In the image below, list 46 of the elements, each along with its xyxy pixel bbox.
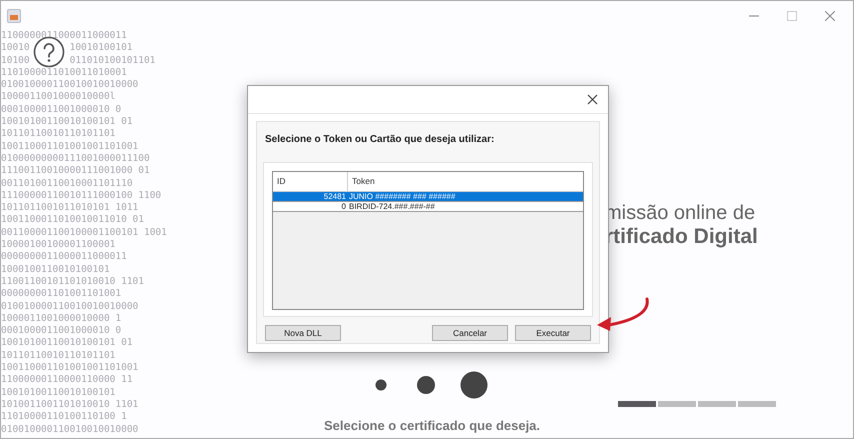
background-code-text: 11010000110100110100 1	[1, 411, 128, 424]
background-code-text: 0001000011001000010 0	[1, 104, 122, 116]
table-row[interactable]: 52481 JUNIO ######## ### ######	[273, 192, 583, 202]
background-code-text: 001100001100100001100101 1001	[1, 226, 167, 240]
close-icon[interactable]	[587, 94, 598, 105]
background-code-text: 1001100011010010011010 01	[1, 214, 145, 227]
java-app-icon	[7, 9, 21, 23]
background-code-text: 10010100110010100101 01	[1, 116, 134, 128]
background-code-text: 10010100110010100101	[1, 386, 116, 399]
column-header[interactable]: ID	[273, 172, 348, 191]
background-code-text: 010010000110010010010000	[1, 79, 140, 92]
background-code-text: 10110110010110101101	[1, 128, 116, 141]
background-code-text: 10110110010110101101	[1, 350, 116, 362]
background-code-text: 100110001101001001101001	[1, 362, 140, 374]
background-code-text: 10010100110010100101 01	[1, 337, 134, 350]
table-row[interactable]: 0 BIRDID-724.###.###-##	[273, 202, 583, 212]
status-text: Selecione o certificado que deseja.	[324, 417, 540, 435]
dialog-button[interactable]: Executar	[515, 325, 591, 341]
background-code-text: 1000011001000010000 1	[1, 312, 122, 326]
background-code-text: 10010100101	[70, 42, 133, 55]
background-code-text: 1000011001000010000l	[1, 91, 116, 104]
background-code-text: 1000100110010100101	[1, 264, 111, 276]
background-code-text: 10010	[1, 42, 30, 55]
background-code-text: 11100000110010111000100 1100	[1, 190, 162, 202]
background-code-text: 010010000110010010010000	[1, 300, 140, 313]
background-code-text: 0001000011001000010 0	[1, 325, 122, 338]
column-header[interactable]: Token	[348, 172, 583, 191]
prompt-text: Selecione o Token ou Cartão que deseja utilizar:	[265, 133, 496, 147]
background-code-text: 11000000110000110000 11	[1, 374, 134, 387]
background-code-text: 00110100110010001101110	[1, 178, 134, 190]
background-code-text: 011010100101101	[70, 54, 156, 67]
background-code-text: 11001100101101010010 1101	[1, 276, 145, 288]
background-code-text: 1011011001011010101 1011	[1, 202, 140, 214]
background-code-text: 100110001101001001101001	[1, 140, 140, 153]
background-code-text: 10000100100001100001	[1, 239, 116, 252]
background-code-text: 10100	[1, 54, 30, 67]
dialog-button[interactable]: Cancelar	[432, 325, 508, 341]
background-code-text: 01000000000111001000011100	[1, 152, 151, 166]
background-code-text: 1010011001101010010 1101	[1, 398, 140, 412]
background-code-text: 0000000011000011000011	[1, 251, 128, 264]
background-code-text: 1100000011000011000011	[1, 30, 128, 42]
background-code-text: 1101000011010011010001	[1, 66, 128, 80]
background-code-text: 000000001101001101001	[1, 288, 122, 301]
background-code-text: 11100110010000111001000 01	[1, 165, 151, 178]
dialog-button[interactable]: Nova DLL	[265, 325, 341, 341]
background-code-text: 010010000110010010010000	[1, 424, 140, 436]
